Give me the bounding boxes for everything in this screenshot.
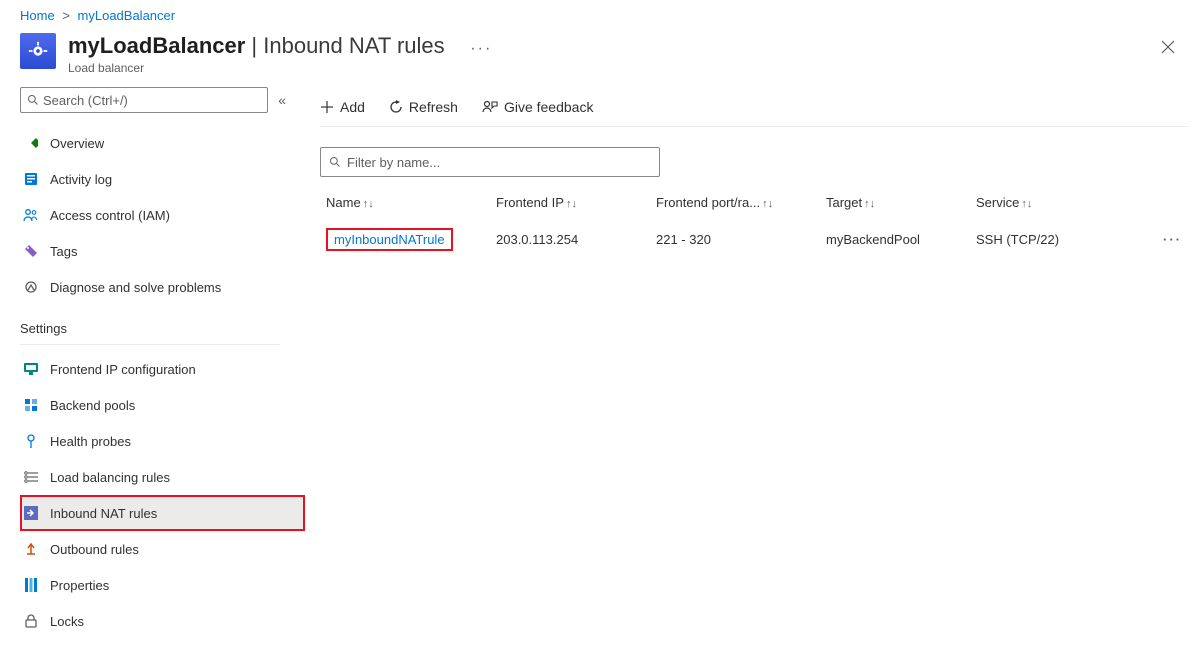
sidebar-search-placeholder: Search (Ctrl+/)	[43, 93, 128, 108]
cell-frontend-ip: 203.0.113.254	[490, 218, 650, 261]
title-more-button[interactable]: ···	[470, 40, 492, 57]
sort-icon: ↑↓	[864, 198, 875, 210]
inbound-nat-icon	[22, 504, 40, 522]
load-balancer-icon	[20, 33, 56, 69]
sidebar-item-activity-log[interactable]: Activity log	[20, 161, 300, 197]
diagnose-icon	[22, 278, 40, 296]
health-probes-icon	[22, 432, 40, 450]
access-control-icon	[22, 206, 40, 224]
refresh-button[interactable]: Refresh	[389, 99, 458, 115]
sidebar-item-label: Activity log	[50, 172, 112, 187]
row-more-button[interactable]: ···	[1120, 218, 1188, 261]
col-frontend-port[interactable]: Frontend port/ra...↑↓	[650, 187, 820, 218]
tags-icon	[22, 242, 40, 260]
sort-icon: ↑↓	[1021, 198, 1032, 210]
sidebar-item-label: Outbound rules	[50, 542, 139, 557]
lb-rules-icon	[22, 468, 40, 486]
plus-icon	[320, 100, 334, 114]
sidebar-item-label: Frontend IP configuration	[50, 362, 196, 377]
col-name[interactable]: Name↑↓	[320, 187, 490, 218]
breadcrumb: Home > myLoadBalancer	[0, 0, 1200, 27]
breadcrumb-current[interactable]: myLoadBalancer	[78, 8, 176, 23]
locks-icon	[22, 612, 40, 630]
refresh-label: Refresh	[409, 99, 458, 115]
page-header: myLoadBalancer | Inbound NAT rules ··· L…	[0, 27, 1200, 87]
sidebar-item-tags[interactable]: Tags	[20, 233, 300, 269]
table-row: myInboundNATrule 203.0.113.254 221 - 320…	[320, 218, 1188, 261]
sidebar-item-frontend-ip[interactable]: Frontend IP configuration	[20, 351, 300, 387]
page-title: myLoadBalancer | Inbound NAT rules ···	[68, 33, 492, 59]
rule-name-link[interactable]: myInboundNATrule	[326, 228, 453, 251]
sidebar-item-properties[interactable]: Properties	[20, 567, 300, 603]
sort-icon: ↑↓	[566, 198, 577, 210]
sidebar-item-overview[interactable]: Overview	[20, 125, 300, 161]
sidebar-item-label: Access control (IAM)	[50, 208, 170, 223]
refresh-icon	[389, 100, 403, 114]
filter-placeholder: Filter by name...	[347, 155, 440, 170]
sidebar-item-label: Overview	[50, 136, 104, 151]
close-button[interactable]	[1156, 35, 1180, 59]
sidebar-search-input[interactable]: Search (Ctrl+/)	[20, 87, 268, 113]
cell-target: myBackendPool	[820, 218, 970, 261]
sidebar-item-access-control[interactable]: Access control (IAM)	[20, 197, 300, 233]
sidebar-item-backend-pools[interactable]: Backend pools	[20, 387, 300, 423]
toolbar: Add Refresh Give feedback	[320, 87, 1188, 127]
activity-log-icon	[22, 170, 40, 188]
feedback-button[interactable]: Give feedback	[482, 99, 594, 115]
sidebar-item-inbound-nat[interactable]: Inbound NAT rules	[20, 495, 305, 531]
frontend-ip-icon	[22, 360, 40, 378]
properties-icon	[22, 576, 40, 594]
sort-icon: ↑↓	[762, 198, 773, 210]
sidebar-item-outbound-rules[interactable]: Outbound rules	[20, 531, 300, 567]
sidebar-item-locks[interactable]: Locks	[20, 603, 300, 639]
search-icon	[329, 156, 341, 168]
sidebar-item-label: Load balancing rules	[50, 470, 170, 485]
sidebar-item-label: Health probes	[50, 434, 131, 449]
breadcrumb-sep: >	[62, 8, 70, 23]
overview-icon	[22, 134, 40, 152]
col-frontend-ip[interactable]: Frontend IP↑↓	[490, 187, 650, 218]
sidebar-item-label: Inbound NAT rules	[50, 506, 157, 521]
resource-type-label: Load balancer	[68, 61, 492, 75]
sidebar-item-label: Locks	[50, 614, 84, 629]
settings-group-label: Settings	[20, 321, 300, 336]
sidebar-item-label: Properties	[50, 578, 109, 593]
col-service[interactable]: Service↑↓	[970, 187, 1120, 218]
add-button[interactable]: Add	[320, 99, 365, 115]
breadcrumb-home[interactable]: Home	[20, 8, 55, 23]
cell-frontend-port: 221 - 320	[650, 218, 820, 261]
divider	[20, 344, 280, 345]
sidebar-item-diagnose[interactable]: Diagnose and solve problems	[20, 269, 300, 305]
sidebar-item-label: Backend pools	[50, 398, 135, 413]
sidebar-item-label: Tags	[50, 244, 77, 259]
sidebar-item-lb-rules[interactable]: Load balancing rules	[20, 459, 300, 495]
collapse-sidebar-button[interactable]: «	[278, 92, 286, 108]
sidebar: Search (Ctrl+/) « Overview Activity log …	[0, 87, 300, 657]
filter-input[interactable]: Filter by name...	[320, 147, 660, 177]
add-label: Add	[340, 99, 365, 115]
feedback-icon	[482, 100, 498, 114]
outbound-rules-icon	[22, 540, 40, 558]
search-icon	[27, 94, 39, 106]
sort-icon: ↑↓	[363, 198, 374, 210]
nat-rules-table: Name↑↓ Frontend IP↑↓ Frontend port/ra...…	[320, 187, 1188, 261]
col-target[interactable]: Target↑↓	[820, 187, 970, 218]
feedback-label: Give feedback	[504, 99, 594, 115]
sidebar-item-health-probes[interactable]: Health probes	[20, 423, 300, 459]
sidebar-item-label: Diagnose and solve problems	[50, 280, 221, 295]
cell-service: SSH (TCP/22)	[970, 218, 1120, 261]
backend-pools-icon	[22, 396, 40, 414]
main-panel: Add Refresh Give feedback Filter by name…	[300, 87, 1200, 657]
